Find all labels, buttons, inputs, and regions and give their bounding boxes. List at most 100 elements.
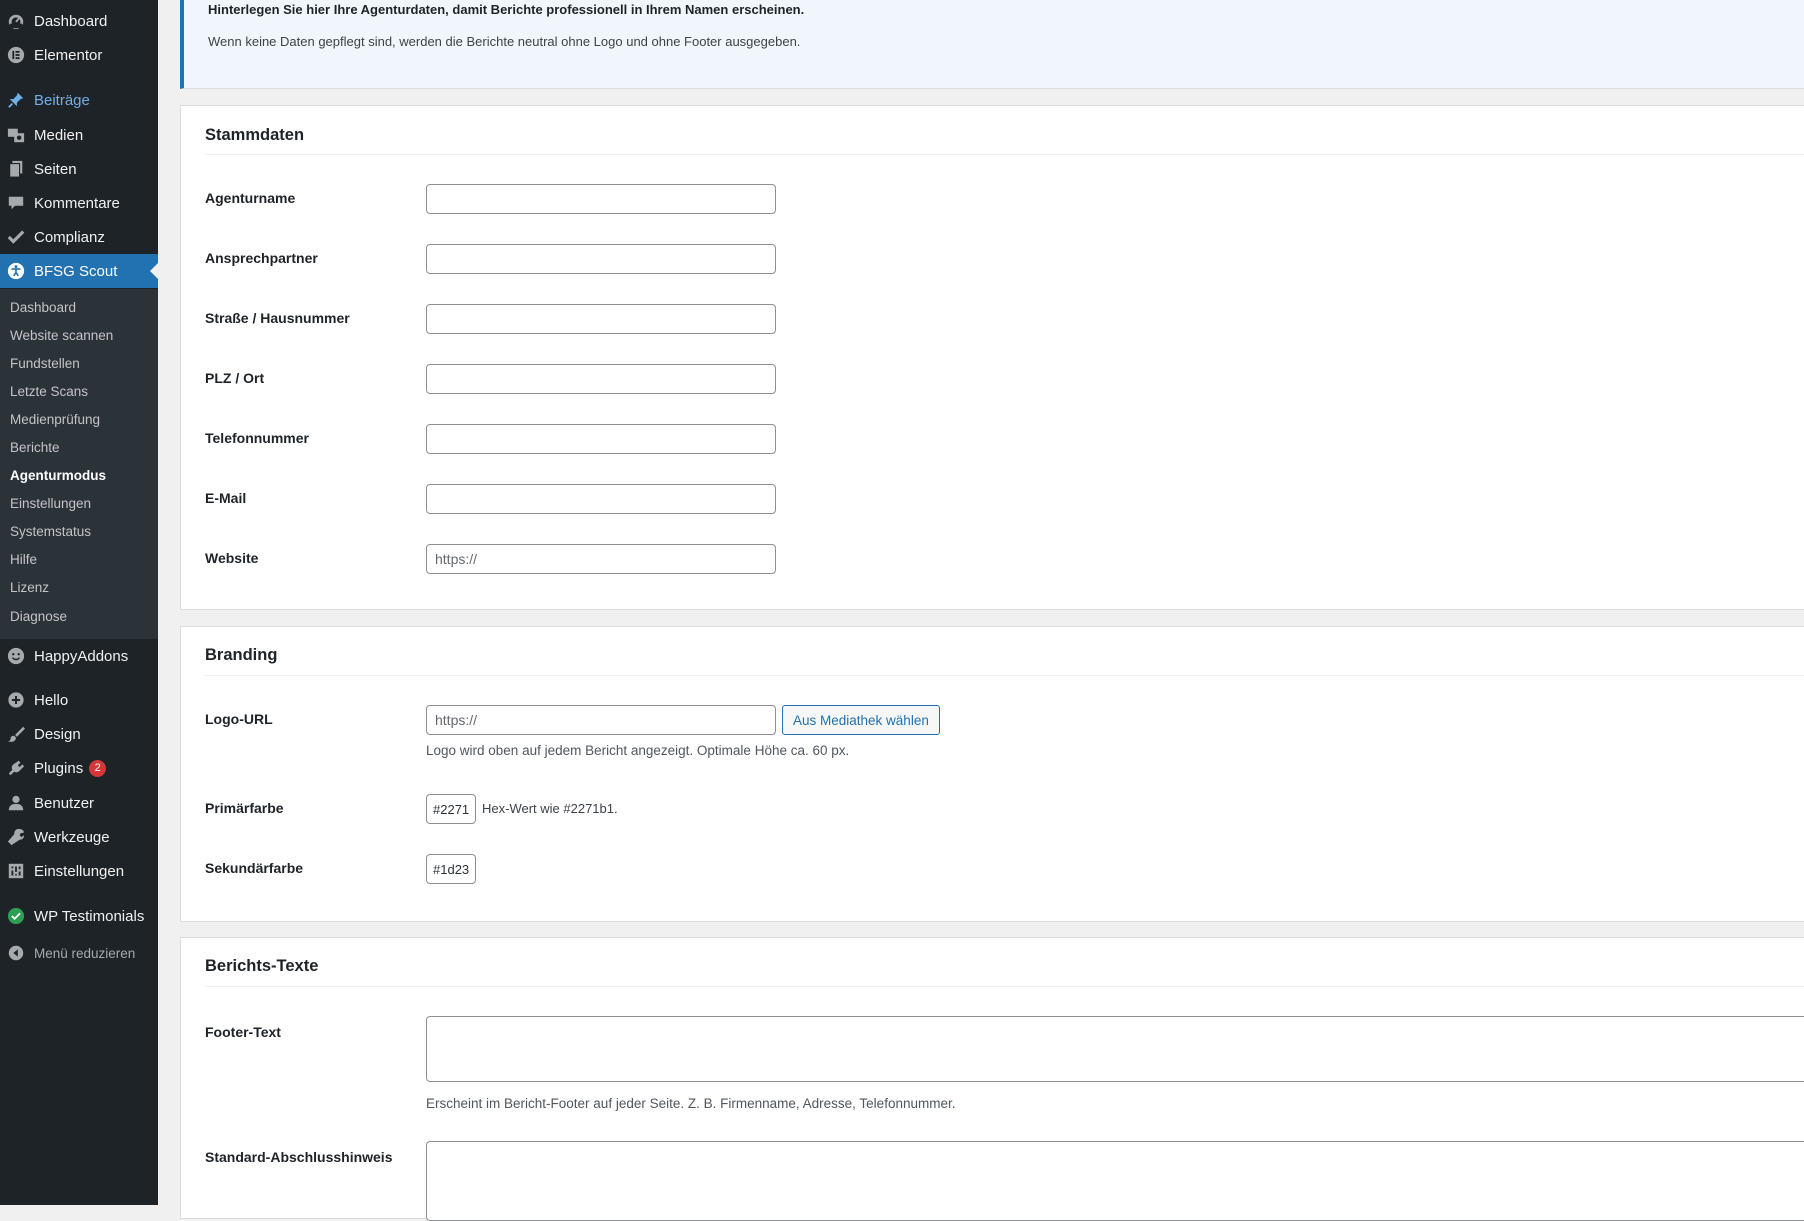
sidebar-item-label: Hello [34,691,69,709]
strasse-input[interactable] [426,304,776,334]
label-website: Website [205,550,259,566]
admin-sidebar: Dashboard Elementor Beiträge Medien Seit… [0,0,158,1205]
comments-icon [6,193,26,213]
sidebar-item-label: Dashboard [34,12,108,30]
sidebar-item-medien[interactable]: Medien [0,118,158,152]
sidebar-item-label: Elementor [34,46,103,64]
telefonnummer-input[interactable] [426,424,776,454]
collapse-icon [6,943,26,963]
sidebar-item-design[interactable]: Design [0,717,158,751]
agenturname-input[interactable] [426,184,776,214]
media-library-button[interactable]: Aus Mediathek wählen [782,705,940,735]
collapse-menu-button[interactable]: Menü reduzieren [0,936,158,970]
checkmark-icon [6,227,26,247]
sidebar-item-bfsg-scout[interactable]: BFSG Scout [0,254,158,288]
label-standard-abschlusshinweis: Standard-Abschlusshinweis [205,1149,393,1165]
primary-color-hint: Hex-Wert wie #2271b1. [482,801,618,816]
sidebar-item-label: WP Testimonials [34,907,145,925]
label-plz-ort: PLZ / Ort [205,370,265,386]
sidebar-item-label: BFSG Scout [34,262,118,280]
sidebar-item-beitraege[interactable]: Beiträge [0,83,158,117]
submenu-bfsg-scout: Dashboard Website scannen Fundstellen Le… [0,289,158,639]
submenu-item-agenturmodus[interactable]: Agenturmodus [10,468,106,483]
submenu-item-lizenz[interactable]: Lizenz [10,580,49,595]
submenu-item-einstellungen[interactable]: Einstellungen [10,496,91,511]
sidebar-item-hello[interactable]: Hello [0,683,158,717]
sidebar-item-kommentare[interactable]: Kommentare [0,186,158,220]
card-branding: Branding Logo-URL Aus Mediathek wählen L… [180,626,1804,922]
label-logo-url: Logo-URL [205,711,273,727]
secondary-color-input[interactable] [426,854,476,884]
sidebar-item-dashboard[interactable]: Dashboard [0,4,158,38]
sidebar-item-elementor[interactable]: Elementor [0,38,158,72]
sidebar-item-einstellungen[interactable]: Einstellungen [0,854,158,888]
logo-url-input[interactable] [426,705,776,735]
closing-note-textarea[interactable] [426,1141,1804,1221]
label-footer-text: Footer-Text [205,1024,281,1040]
sidebar-item-seiten[interactable]: Seiten [0,152,158,186]
user-icon [6,793,26,813]
email-field[interactable] [426,484,776,514]
submenu-item-systemstatus[interactable]: Systemstatus [10,524,91,539]
elementor-icon [6,45,26,65]
plz-ort-input[interactable] [426,364,776,394]
sidebar-item-label: Einstellungen [34,862,125,880]
plugin-icon [6,758,26,778]
update-count-badge: 2 [89,759,107,777]
sidebar-item-label: Medien [34,126,84,144]
submenu-item-letzte-scans[interactable]: Letzte Scans [10,384,88,399]
submenu-item-berichte[interactable]: Berichte [10,440,60,455]
label-ansprechpartner: Ansprechpartner [205,250,318,266]
dashboard-icon [6,11,26,31]
submenu-item-fundstellen[interactable]: Fundstellen [10,356,80,371]
media-icon [6,125,26,145]
sidebar-item-label: Benutzer [34,794,95,812]
footer-text-hint: Erscheint im Bericht-Footer auf jeder Se… [426,1096,956,1111]
submenu-item-medienpruefung[interactable]: Medienprüfung [10,412,100,427]
current-menu-arrow [150,263,158,279]
submenu-item-hilfe[interactable]: Hilfe [10,552,37,567]
happyaddons-icon [6,646,26,666]
sidebar-item-happyaddons[interactable]: HappyAddons [0,639,158,673]
brush-icon [6,724,26,744]
testimonials-icon [6,906,26,926]
wrench-icon [6,827,26,847]
logo-hint: Logo wird oben auf jedem Bericht angezei… [426,743,850,758]
label-telefonnummer: Telefonnummer [205,430,309,446]
sidebar-item-label: Beiträge [34,91,90,109]
sidebar-item-werkzeuge[interactable]: Werkzeuge [0,820,158,854]
section-title: Stammdaten [205,126,305,144]
plus-circle-icon [6,690,26,710]
submenu-item-dashboard[interactable]: Dashboard [10,300,76,315]
label-sekundaerfarbe: Sekundärfarbe [205,860,304,876]
primary-color-input[interactable] [426,794,476,824]
accessibility-icon [6,261,26,281]
sidebar-item-label: Plugins [34,759,84,777]
website-input[interactable] [426,544,776,574]
sidebar-item-complianz[interactable]: Complianz [0,220,158,254]
sidebar-item-label: Design [34,725,81,743]
sidebar-item-label: Kommentare [34,194,120,212]
sidebar-item-label: Seiten [34,160,77,178]
notice-heading: Hinterlegen Sie hier Ihre Agenturdaten, … [208,2,805,17]
settings-icon [6,861,26,881]
section-divider [205,986,1804,987]
card-berichts-texte: Berichts-Texte Footer-Text Erscheint im … [180,937,1804,1221]
section-title: Branding [205,646,278,664]
label-primaerfarbe: Primärfarbe [205,800,284,816]
submenu-item-diagnose[interactable]: Diagnose [10,609,67,624]
sidebar-item-wp-testimonials[interactable]: WP Testimonials [0,899,158,933]
sidebar-item-plugins[interactable]: Plugins 2 [0,751,158,785]
pin-icon [6,90,26,110]
submenu-item-website-scannen[interactable]: Website scannen [10,328,113,343]
sidebar-item-benutzer[interactable]: Benutzer [0,786,158,820]
ansprechpartner-input[interactable] [426,244,776,274]
footer-text-textarea[interactable] [426,1016,1804,1082]
section-divider [205,675,1804,676]
sidebar-item-label: Menü reduzieren [34,945,136,961]
info-notice: Hinterlegen Sie hier Ihre Agenturdaten, … [180,0,1804,89]
section-title: Berichts-Texte [205,957,319,975]
label-email: E-Mail [205,490,247,506]
label-strasse: Straße / Hausnummer [205,310,350,326]
sidebar-item-label: HappyAddons [34,647,129,665]
